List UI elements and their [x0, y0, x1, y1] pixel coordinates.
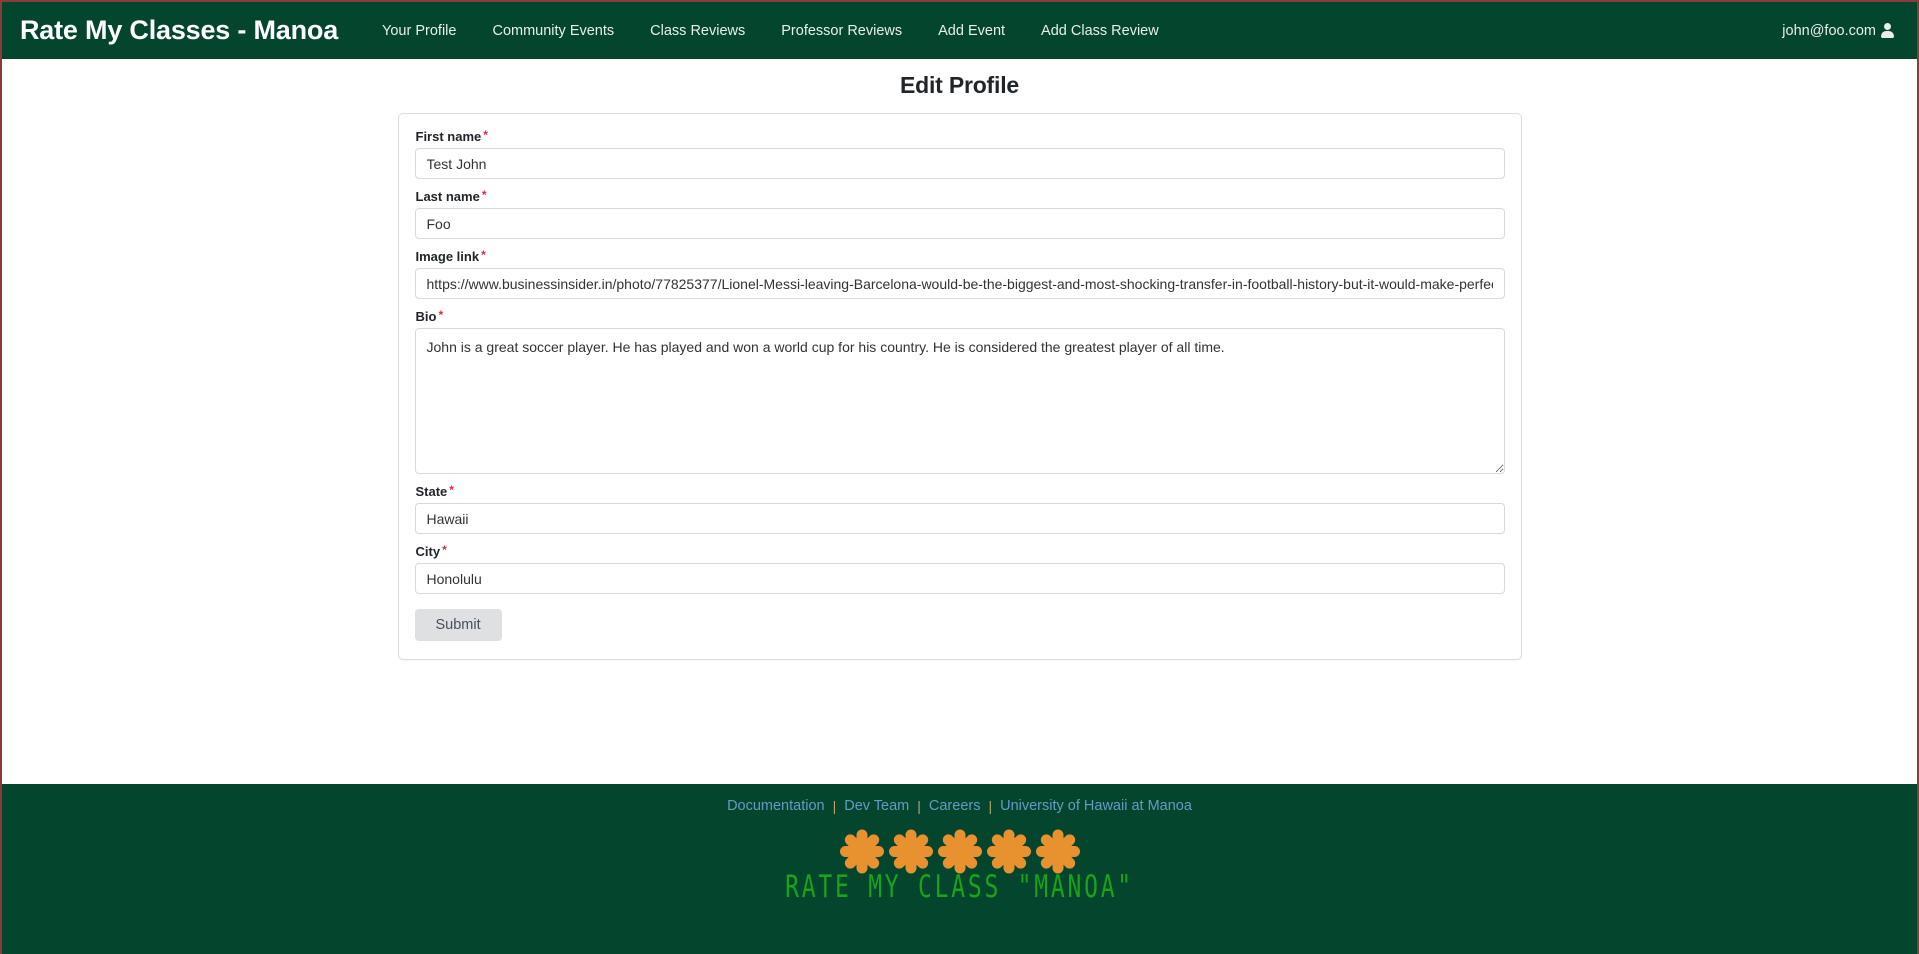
first-name-label: First name *	[416, 129, 488, 144]
required-asterisk: *	[481, 248, 486, 262]
footer-link-careers[interactable]: Careers	[922, 798, 988, 814]
site-footer: Documentation | Dev Team | Careers | Uni…	[2, 784, 1917, 954]
field-image-link: Image link *	[414, 248, 1505, 299]
last-name-label-text: Last name	[415, 189, 480, 204]
required-asterisk: *	[438, 308, 444, 322]
nav-your-profile[interactable]: Your Profile	[364, 15, 474, 47]
user-menu[interactable]: john@foo.com	[1782, 22, 1895, 39]
field-city: City *	[414, 543, 1505, 594]
footer-link-documentation[interactable]: Documentation	[720, 798, 832, 814]
site-brand[interactable]: Rate My Classes - Manoa	[20, 15, 338, 46]
nav-professor-reviews[interactable]: Professor Reviews	[763, 15, 920, 47]
bio-label-text: Bio	[415, 309, 437, 324]
footer-links: Documentation | Dev Team | Careers | Uni…	[2, 798, 1917, 814]
city-input[interactable]	[414, 563, 1505, 594]
first-name-label-text: First name	[415, 129, 482, 144]
city-label: City *	[416, 544, 447, 559]
bio-label: Bio *	[416, 309, 444, 324]
image-link-input[interactable]	[414, 268, 1505, 299]
required-asterisk: *	[481, 188, 487, 202]
page-title: Edit Profile	[899, 72, 1019, 98]
field-state: State *	[414, 483, 1505, 534]
image-link-label-text: Image link	[415, 249, 480, 264]
state-input[interactable]	[414, 503, 1505, 534]
main-content: Edit Profile First name* Last name* Imag…	[2, 59, 1917, 784]
edit-profile-card: First name* Last name* Image link* Bio*	[397, 113, 1522, 660]
submit-button[interactable]: Submit	[414, 609, 502, 641]
required-asterisk: *	[483, 128, 488, 142]
state-label-text: State	[415, 484, 448, 499]
field-last-name: Last name *	[414, 188, 1505, 239]
nav-links: Your Profile Community Events Class Revi…	[364, 15, 1177, 47]
nav-class-reviews[interactable]: Class Reviews	[632, 15, 763, 47]
required-asterisk: *	[449, 483, 454, 497]
state-label: State *	[416, 484, 454, 499]
image-link-label: Image link *	[416, 249, 486, 264]
nav-community-events[interactable]: Community Events	[474, 15, 632, 47]
nav-add-class-review[interactable]: Add Class Review	[1023, 15, 1177, 47]
footer-link-uh-manoa[interactable]: University of Hawaii at Manoa	[993, 798, 1199, 814]
last-name-label: Last name *	[416, 189, 487, 204]
required-asterisk: *	[442, 543, 447, 557]
top-navbar: Rate My Classes - Manoa Your Profile Com…	[2, 2, 1917, 59]
field-first-name: First name *	[414, 128, 1505, 179]
field-bio: Bio * John is a great soccer player. He h…	[414, 308, 1505, 474]
nav-add-event[interactable]: Add Event	[920, 15, 1023, 47]
footer-link-dev-team[interactable]: Dev Team	[837, 798, 916, 814]
bio-textarea[interactable]: John is a great soccer player. He has pl…	[414, 328, 1505, 474]
city-label-text: City	[415, 544, 441, 559]
logo-text: RATE MY CLASS "MANOA"	[785, 868, 1134, 905]
user-icon	[1880, 22, 1895, 39]
last-name-input[interactable]	[414, 208, 1505, 239]
first-name-input[interactable]	[414, 148, 1505, 179]
browser-page: Rate My Classes - Manoa Your Profile Com…	[0, 0, 1919, 954]
user-email-label: john@foo.com	[1782, 22, 1876, 39]
footer-logo: RATE MY CLASS "MANOA"	[2, 826, 1917, 905]
